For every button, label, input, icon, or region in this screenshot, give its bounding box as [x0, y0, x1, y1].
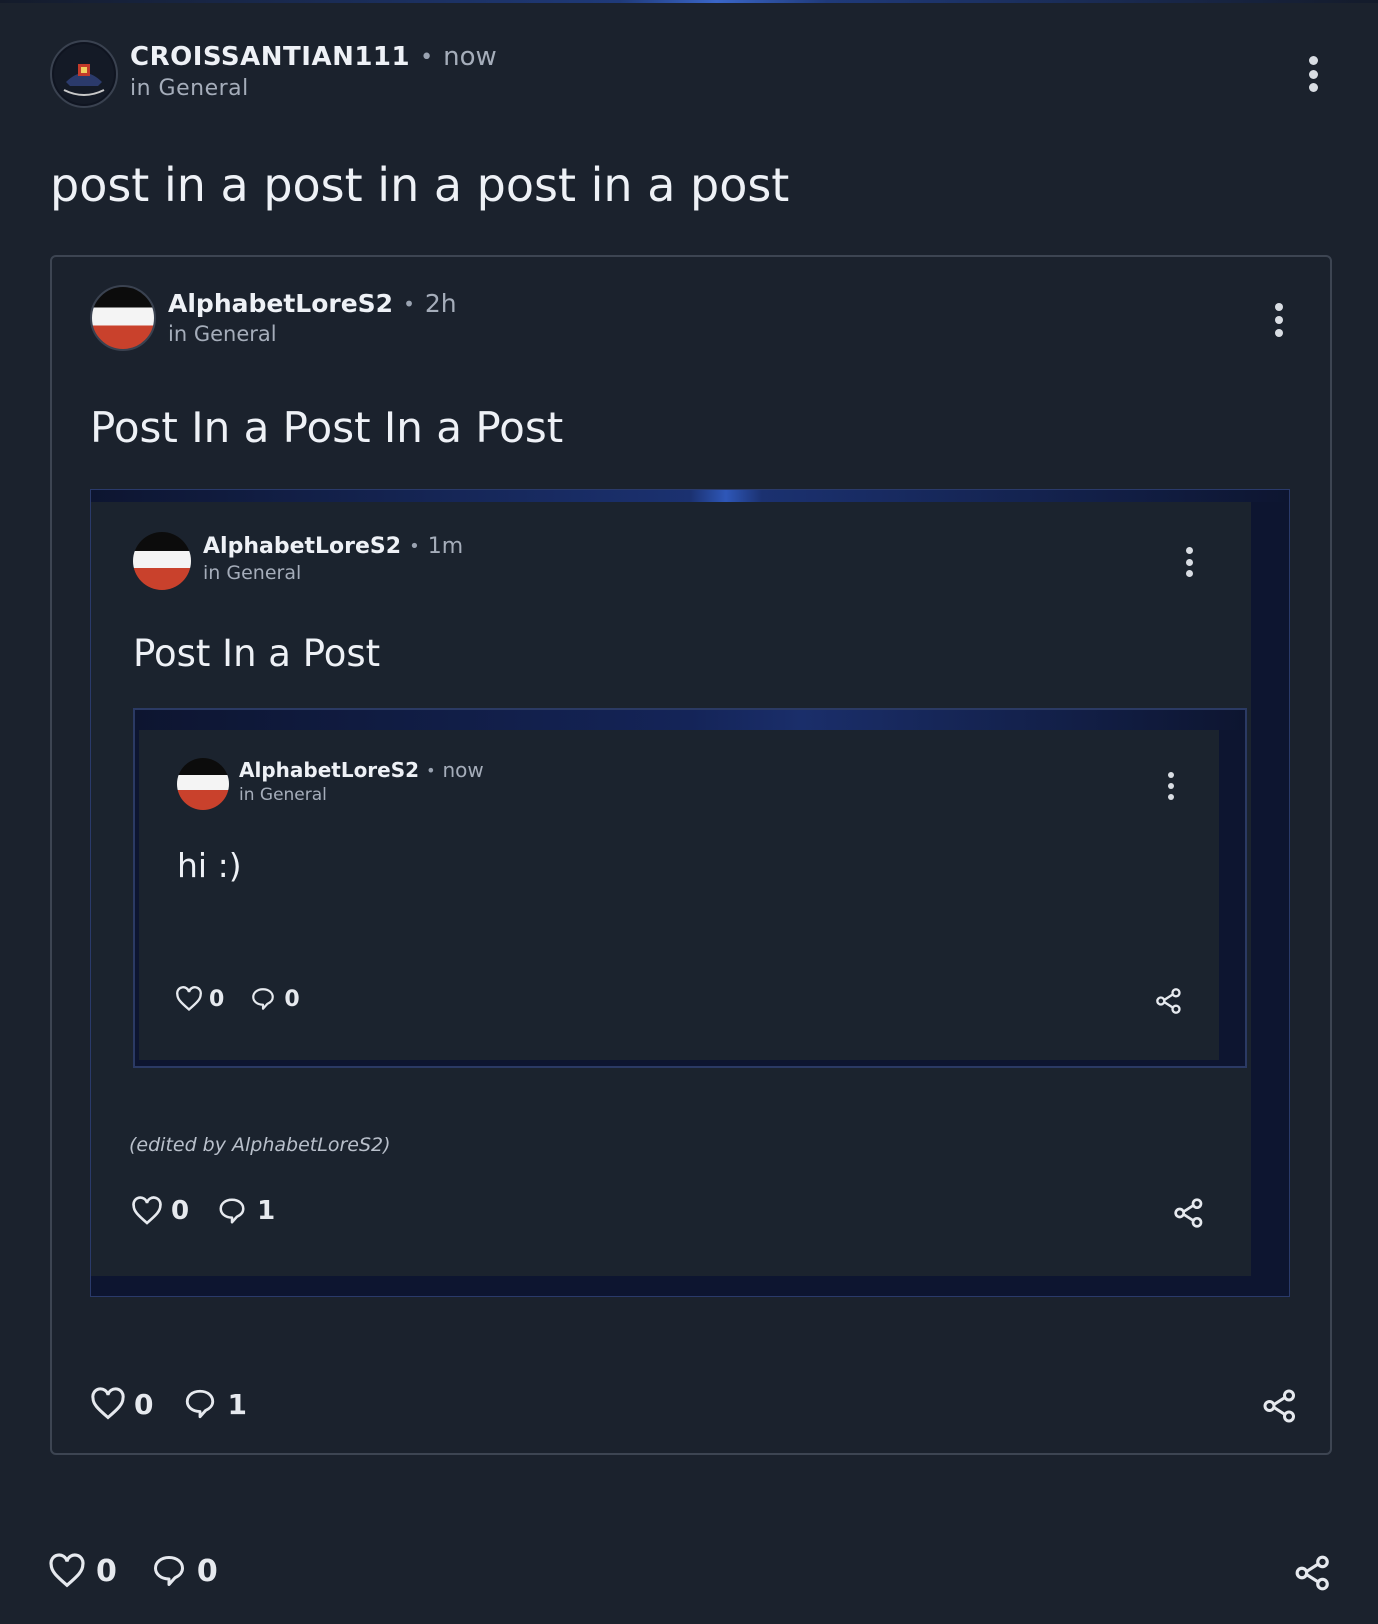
avatar[interactable] — [50, 40, 118, 108]
share-button[interactable] — [1262, 1389, 1298, 1427]
comment-button[interactable]: 0 — [151, 1553, 218, 1589]
more-options-button[interactable] — [1167, 772, 1175, 800]
separator-dot: • — [409, 536, 420, 557]
comment-bubble-icon — [219, 1198, 245, 1224]
nested-screenshot[interactable]: AlphabetLoreS2 • now in General hi:) 0 … — [133, 708, 1247, 1068]
kebab-dot — [1168, 794, 1174, 800]
heart-icon — [132, 1196, 162, 1225]
nested-post-meta: AlphabetLoreS2 • now in General — [239, 758, 484, 805]
author-name[interactable]: AlphabetLoreS2 — [203, 534, 401, 559]
separator-dot: • — [403, 291, 415, 316]
edited-note: (edited by AlphabetLoreS2) — [129, 1134, 391, 1156]
more-options-button[interactable] — [1185, 547, 1193, 577]
kebab-dot — [1185, 570, 1193, 577]
more-options-button[interactable] — [1308, 56, 1318, 92]
embedded-post-meta: AlphabetLoreS2 • 2h in General — [168, 289, 457, 346]
kebab-dot — [1275, 316, 1283, 324]
kebab-dot — [1275, 329, 1283, 337]
comment-button[interactable]: 1 — [183, 1387, 247, 1421]
like-button[interactable]: 0 — [175, 986, 224, 1012]
comment-count: 1 — [227, 1387, 247, 1421]
post-time: now — [443, 42, 497, 72]
screenshot-glow — [135, 710, 1245, 730]
post-title: Post In a Post In a Post — [90, 403, 564, 452]
avatar[interactable] — [90, 285, 156, 351]
share-button[interactable] — [1155, 988, 1183, 1018]
screenshot-glow — [91, 490, 1289, 502]
comment-bubble-icon — [252, 988, 275, 1010]
like-button[interactable]: 0 — [131, 1196, 189, 1226]
separator-dot: • — [420, 44, 434, 70]
kebab-dot — [1308, 69, 1318, 79]
screenshot-post-byline: AlphabetLoreS2 • 1m — [203, 534, 463, 559]
post-category[interactable]: in General — [168, 322, 457, 346]
author-name[interactable]: AlphabetLoreS2 — [168, 289, 393, 318]
comment-count: 1 — [257, 1196, 276, 1226]
post-title: hi :) — [177, 846, 242, 885]
post-time: now — [442, 758, 484, 782]
kebab-dot — [1308, 83, 1318, 92]
more-options-button[interactable] — [1274, 303, 1284, 337]
post-title: post in a post in a post in a post — [50, 158, 790, 212]
heart-icon — [91, 1387, 125, 1420]
author-name[interactable]: CROISSANTIAN111 — [130, 42, 410, 72]
comment-count: 0 — [196, 1553, 218, 1589]
post-category[interactable]: in General — [203, 562, 463, 584]
comment-button[interactable]: 1 — [217, 1196, 275, 1226]
post-actions: 0 0 — [175, 986, 300, 1012]
outer-post-byline: CROISSANTIAN111 • now — [130, 42, 497, 72]
like-count: 0 — [209, 986, 225, 1012]
kebab-dot — [1275, 303, 1283, 311]
post-category[interactable]: in General — [239, 785, 484, 805]
comment-bubble-icon — [186, 1389, 215, 1419]
nested-post-byline: AlphabetLoreS2 • now — [239, 758, 484, 782]
share-icon — [1263, 1389, 1295, 1423]
comment-button[interactable]: 0 — [250, 986, 300, 1012]
avatar[interactable] — [133, 532, 191, 590]
nested-post-header: AlphabetLoreS2 • now in General — [177, 758, 484, 810]
kebab-dot — [1168, 772, 1174, 778]
post-time: 2h — [424, 289, 457, 318]
comment-count: 0 — [284, 986, 300, 1012]
like-count: 0 — [171, 1196, 190, 1226]
top-accent-bar — [0, 0, 1378, 3]
like-count: 0 — [96, 1553, 117, 1589]
embedded-post-byline: AlphabetLoreS2 • 2h — [168, 289, 457, 318]
post-time: 1m — [427, 534, 464, 559]
share-icon — [1174, 1198, 1203, 1228]
author-name[interactable]: AlphabetLoreS2 — [239, 758, 419, 782]
embedded-post-header: AlphabetLoreS2 • 2h in General — [90, 285, 457, 351]
avatar-emblem-icon — [54, 44, 114, 104]
kebab-dot — [1185, 558, 1193, 566]
nested-screenshot-post: AlphabetLoreS2 • now in General hi:) 0 … — [139, 730, 1219, 1060]
screenshot-post-header: AlphabetLoreS2 • 1m in General — [133, 532, 463, 590]
post-actions: 0 1 — [90, 1387, 247, 1421]
post-actions: 0 1 — [131, 1196, 275, 1226]
embedded-post[interactable]: AlphabetLoreS2 • 2h in General Post In a… — [50, 255, 1332, 1455]
screenshot-post-meta: AlphabetLoreS2 • 1m in General — [203, 534, 463, 584]
share-button[interactable] — [1173, 1198, 1205, 1232]
outer-post-meta: CROISSANTIAN111 • now in General — [130, 42, 497, 101]
kebab-dot — [1168, 783, 1174, 789]
post-actions: 0 0 — [48, 1553, 218, 1589]
embedded-screenshot[interactable]: AlphabetLoreS2 • 1m in General Post In a… — [90, 489, 1290, 1297]
post-category[interactable]: in General — [130, 76, 497, 101]
screenshot-post: AlphabetLoreS2 • 1m in General Post In a… — [91, 502, 1251, 1276]
share-icon — [1156, 988, 1181, 1014]
share-icon — [1295, 1555, 1329, 1591]
kebab-dot — [1185, 547, 1193, 554]
outer-post-header: CROISSANTIAN111 • now in General — [50, 40, 497, 108]
heart-icon — [49, 1553, 85, 1588]
comment-bubble-icon — [153, 1556, 184, 1586]
heart-icon — [176, 986, 202, 1012]
kebab-dot — [1308, 56, 1318, 65]
post-title: Post In a Post — [133, 632, 381, 675]
like-count: 0 — [134, 1387, 154, 1421]
like-button[interactable]: 0 — [90, 1387, 153, 1421]
like-button[interactable]: 0 — [48, 1553, 117, 1589]
share-button[interactable] — [1294, 1555, 1332, 1595]
avatar[interactable] — [177, 758, 229, 810]
separator-dot: • — [426, 760, 436, 780]
